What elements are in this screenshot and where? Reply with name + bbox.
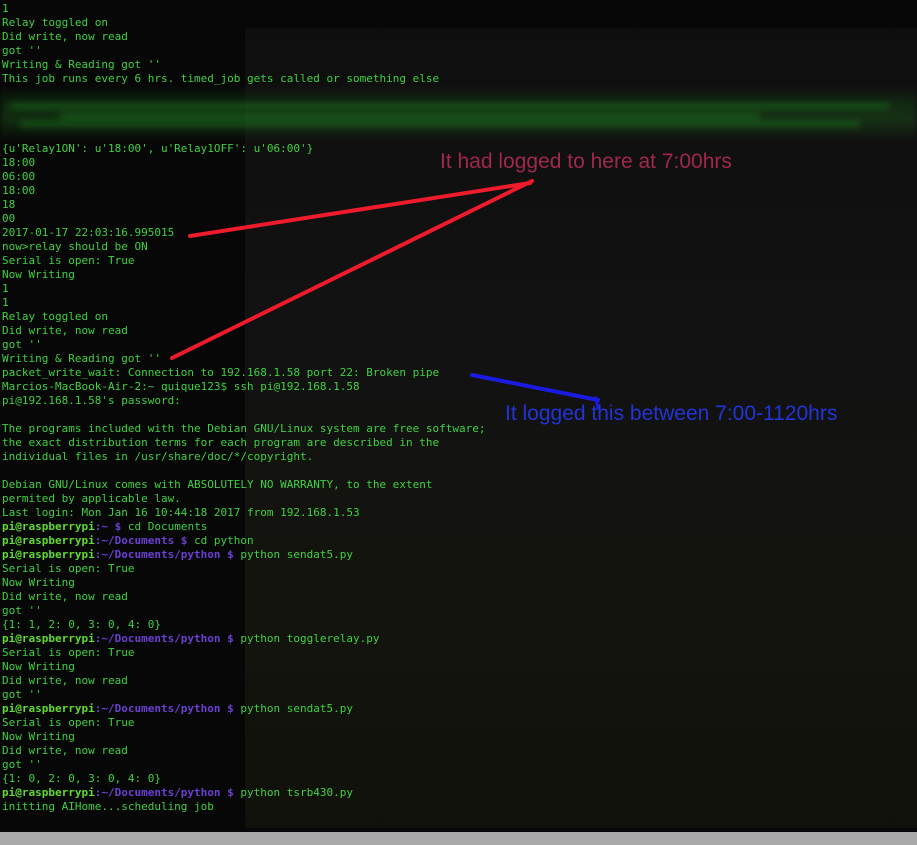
terminal-line: Serial is open: True xyxy=(2,716,135,729)
terminal-line: got '' xyxy=(2,688,42,701)
terminal-line: 2017-01-17 22:03:16.995015 xyxy=(2,226,175,239)
terminal-line: 1 xyxy=(2,282,9,295)
annotation-label-logged-to-here: It had logged to here at 7:00hrs xyxy=(440,150,732,173)
prompt-line: pi@raspberrypi:~/Documents/python $ pyth… xyxy=(2,632,485,646)
window-bottom-edge xyxy=(0,832,917,845)
prompt-path: :~/Documents/python $ xyxy=(94,632,241,645)
prompt-user: pi@raspberrypi xyxy=(2,548,95,561)
prompt-line: pi@raspberrypi:~/Documents/python $ pyth… xyxy=(2,702,485,716)
terminal-line: now>relay should be ON xyxy=(2,240,148,253)
terminal-line: got '' xyxy=(2,758,42,771)
terminal-line: the exact distribution terms for each pr… xyxy=(2,436,440,449)
prompt-command: cd python xyxy=(194,534,254,547)
prompt-command: cd Documents xyxy=(127,520,208,533)
prompt-command: python tsrb430.py xyxy=(240,786,354,799)
terminal-output: 1 Relay toggled on Did write, now read got … xyxy=(2,2,485,814)
prompt-line: pi@raspberrypi:~/Documents/python $ pyth… xyxy=(2,548,485,562)
terminal-line: Did write, now read xyxy=(2,324,128,337)
prompt-user: pi@raspberrypi xyxy=(2,702,95,715)
terminal-line: individual files in /usr/share/doc/*/cop… xyxy=(2,450,314,463)
terminal-line: Now Writing xyxy=(2,660,75,673)
terminal-line: packet_write_wait: Connection to 192.168… xyxy=(2,366,440,379)
terminal-line: Serial is open: True xyxy=(2,562,135,575)
prompt-command: python sendat5.py xyxy=(240,702,354,715)
terminal-line: Debian GNU/Linux comes with ABSOLUTELY N… xyxy=(2,478,433,491)
terminal-line: Last login: Mon Jan 16 10:44:18 2017 fro… xyxy=(2,506,360,519)
terminal-line: {1: 0, 2: 0, 3: 0, 4: 0} xyxy=(2,772,161,785)
terminal-line: Relay toggled on xyxy=(2,310,108,323)
prompt-user: pi@raspberrypi xyxy=(2,632,95,645)
terminal-line: Serial is open: True xyxy=(2,646,135,659)
terminal-line: got '' xyxy=(2,44,42,57)
prompt-path: :~/Documents/python $ xyxy=(94,702,241,715)
prompt-line: pi@raspberrypi:~/Documents $ cd python xyxy=(2,534,485,548)
prompt-user: pi@raspberrypi xyxy=(2,534,95,547)
prompt-path: :~/Documents/python $ xyxy=(94,786,241,799)
terminal-line: Serial is open: True xyxy=(2,254,135,267)
terminal-line: 1 xyxy=(2,2,9,15)
terminal-line: initting AIHome...scheduling job xyxy=(2,800,214,813)
terminal-line: Writing & Reading got '' xyxy=(2,352,161,365)
prompt-user: pi@raspberrypi xyxy=(2,786,95,799)
terminal-line: 18:00 xyxy=(2,184,36,197)
terminal-line: Now Writing xyxy=(2,268,75,281)
terminal-line: This job runs every 6 hrs. timed_job get… xyxy=(2,72,440,85)
terminal-line: Did write, now read xyxy=(2,30,128,43)
terminal-line: got '' xyxy=(2,604,42,617)
prompt-path: :~ $ xyxy=(94,520,128,533)
prompt-user: pi@raspberrypi xyxy=(2,520,95,533)
terminal-line: 1 xyxy=(2,296,9,309)
terminal-line: pi@192.168.1.58's password: xyxy=(2,394,181,407)
terminal-line: {1: 1, 2: 0, 3: 0, 4: 0} xyxy=(2,618,161,631)
terminal-line: got '' xyxy=(2,338,42,351)
terminal-line: Marcios-MacBook-Air-2:~ quique123$ ssh p… xyxy=(2,380,360,393)
terminal-line: Relay toggled on xyxy=(2,16,108,29)
terminal-line: Did write, now read xyxy=(2,590,128,603)
terminal-line: The programs included with the Debian GN… xyxy=(2,422,486,435)
prompt-command: python sendat5.py xyxy=(240,548,354,561)
prompt-path: :~/Documents $ xyxy=(94,534,195,547)
terminal-line: permited by applicable law. xyxy=(2,492,181,505)
prompt-command: python togglerelay.py xyxy=(240,632,380,645)
terminal-line: Now Writing xyxy=(2,576,75,589)
terminal-line: {u'Relay1ON': u'18:00', u'Relay1OFF': u'… xyxy=(2,142,314,155)
prompt-path: :~/Documents/python $ xyxy=(94,548,241,561)
prompt-line: pi@raspberrypi:~/Documents/python $ pyth… xyxy=(2,786,485,800)
terminal-line: Now Writing xyxy=(2,730,75,743)
prompt-line: pi@raspberrypi:~ $ cd Documents xyxy=(2,520,485,534)
terminal-line: 18 xyxy=(2,198,16,211)
terminal-line: 06:00 xyxy=(2,170,36,183)
terminal-line: 18:00 xyxy=(2,156,36,169)
terminal-line: Writing & Reading got '' xyxy=(2,58,161,71)
terminal-line: Did write, now read xyxy=(2,744,128,757)
terminal-line: 00 xyxy=(2,212,16,225)
terminal-line: Did write, now read xyxy=(2,674,128,687)
annotation-label-logged-between: It logged this between 7:00-1120hrs xyxy=(505,402,838,425)
